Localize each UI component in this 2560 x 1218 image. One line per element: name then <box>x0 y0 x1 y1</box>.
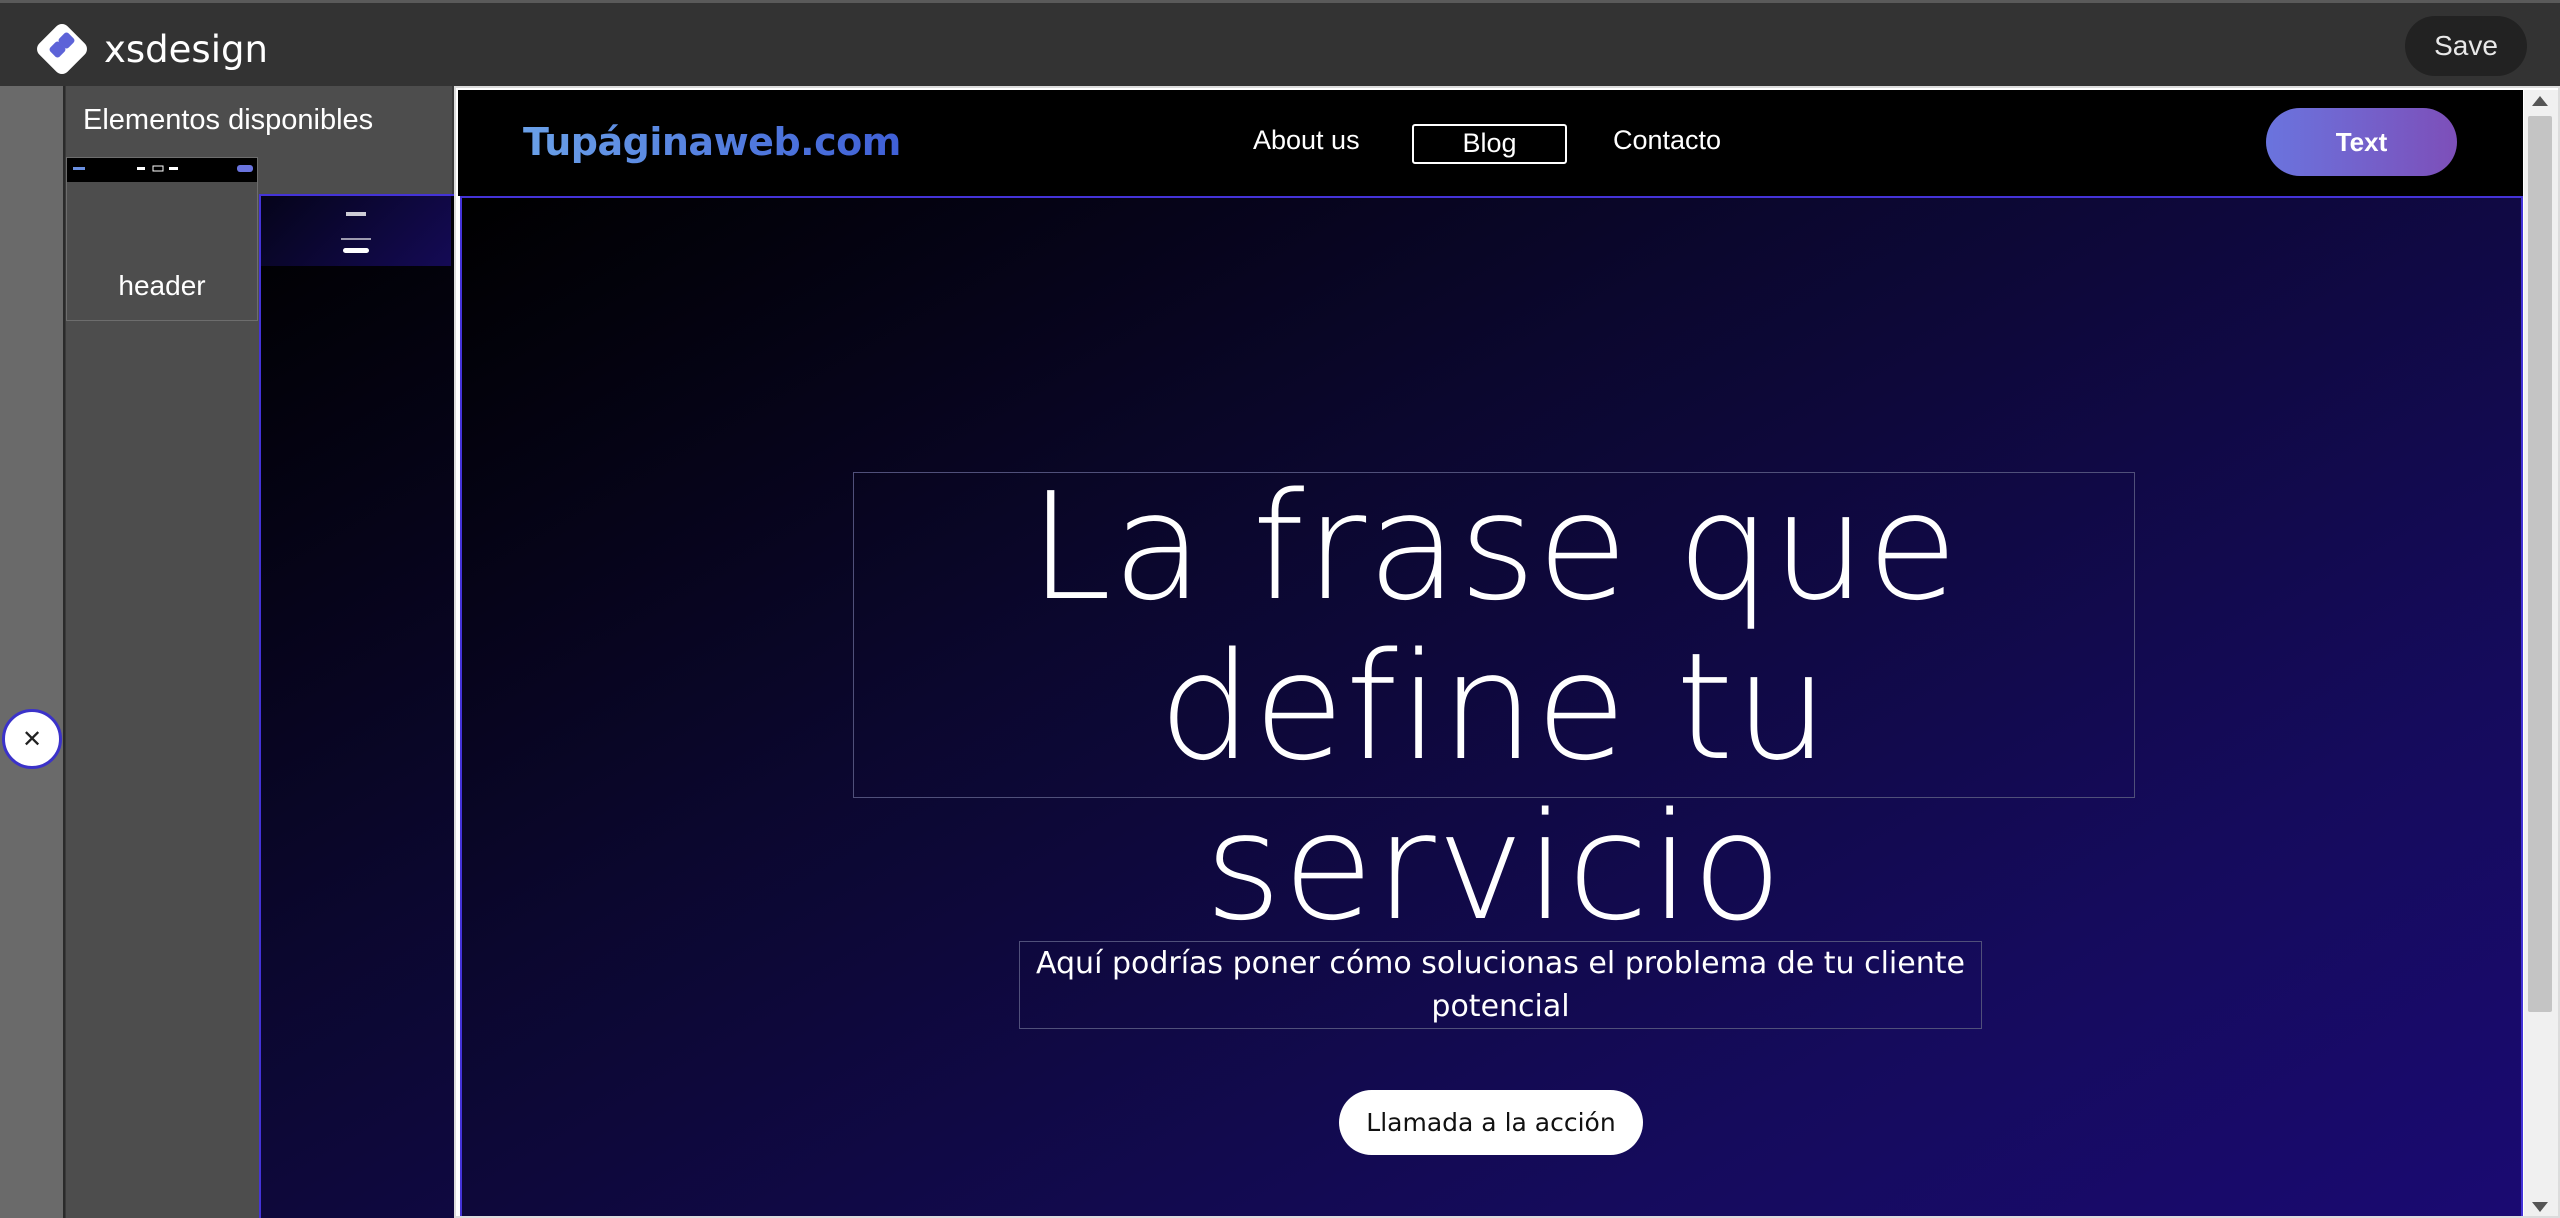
nav-link-about[interactable]: About us <box>1253 125 1360 156</box>
close-icon[interactable]: ✕ <box>2 709 62 769</box>
diamond-logo-icon <box>34 21 90 77</box>
header-preview <box>67 158 257 182</box>
save-button[interactable]: Save <box>2405 16 2527 76</box>
header-cta-button[interactable]: Text <box>2266 108 2457 176</box>
hero-cta-button[interactable]: Llamada a la acción <box>1339 1090 1643 1155</box>
hero-subtitle[interactable]: Aquí podrías poner cómo solucionas el pr… <box>1020 942 1981 1028</box>
hero-title[interactable]: La frase que define tu servicio <box>854 467 2134 947</box>
design-canvas[interactable]: Tupáginaweb.com About us Blog Contacto T… <box>454 86 2560 1218</box>
element-thumb-header[interactable]: header <box>66 157 258 321</box>
hero-subtitle-box[interactable]: Aquí podrías poner cómo solucionas el pr… <box>1019 941 1982 1029</box>
panel-title: Elementos disponibles <box>83 104 374 136</box>
canvas-scrollbar[interactable] <box>2524 90 2558 1216</box>
scroll-up-icon[interactable] <box>2532 96 2548 106</box>
scroll-down-icon[interactable] <box>2532 1202 2548 1212</box>
site-logo[interactable]: Tupáginaweb.com <box>523 120 901 164</box>
hero-title-line-2: define tu servicio <box>1158 621 1830 953</box>
app-name: xsdesign <box>104 27 268 71</box>
left-rail: ✕ <box>0 86 65 1218</box>
elements-panel: Elementos disponibles header hero <box>66 86 2322 1218</box>
hero-preview <box>261 196 451 266</box>
brand: xsdesign <box>34 21 268 77</box>
element-label-header: header <box>118 270 206 301</box>
scroll-thumb[interactable] <box>2528 116 2552 1012</box>
top-bar: xsdesign Save <box>0 0 2560 86</box>
site-header[interactable]: Tupáginaweb.com About us Blog Contacto T… <box>458 90 2523 196</box>
nav-link-blog[interactable]: Blog <box>1412 124 1567 164</box>
hero-subtitle-line-1: Aquí podrías poner cómo solucionas el pr… <box>1036 946 1965 981</box>
hero-title-line-1: La frase que <box>1029 461 1959 633</box>
nav-link-contact[interactable]: Contacto <box>1613 125 1721 156</box>
hero-section[interactable]: La frase que define tu servicio Aquí pod… <box>460 196 2523 1216</box>
hero-subtitle-line-2: potencial <box>1431 989 1570 1024</box>
hero-title-box[interactable]: La frase que define tu servicio <box>853 467 2135 947</box>
